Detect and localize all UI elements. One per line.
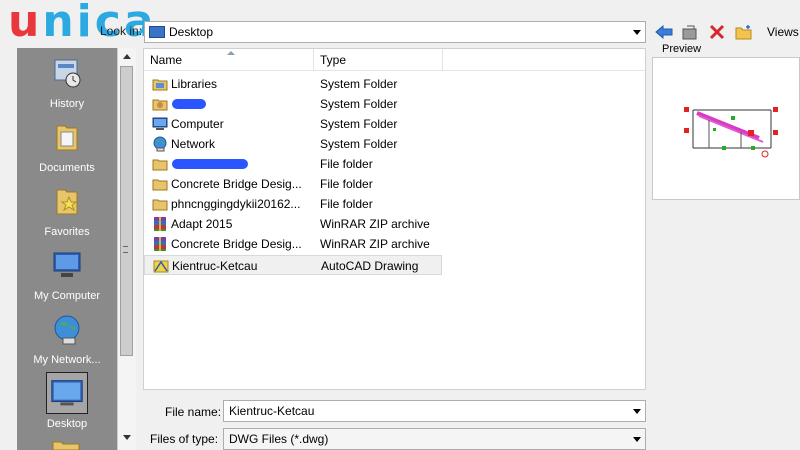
files-of-type-value: DWG Files (*.dwg) [229, 432, 329, 446]
file-type: WinRAR ZIP archive [320, 217, 430, 231]
file-list[interactable]: Name Type Libraries System Folder System… [143, 48, 646, 390]
file-name: Adapt 2015 [171, 217, 233, 231]
preview-label: Preview [662, 43, 702, 55]
new-folder-button[interactable] [733, 22, 755, 42]
places-bar: History Documents Favorites My Computer … [17, 48, 117, 450]
file-name-input[interactable]: Kientruc-Ketcau [223, 400, 646, 422]
file-name-value: Kientruc-Ketcau [229, 404, 315, 418]
file-row[interactable]: Computer System Folder [144, 114, 444, 134]
redacted-name [172, 99, 206, 109]
column-divider[interactable] [442, 49, 443, 70]
file-name-label: File name: [165, 405, 222, 419]
place-my-computer[interactable]: My Computer [17, 244, 117, 308]
file-name: Concrete Bridge Desig... [171, 237, 302, 251]
look-in-dropdown[interactable]: Desktop [144, 21, 646, 43]
file-row[interactable]: Concrete Bridge Desig... WinRAR ZIP arch… [144, 234, 444, 254]
file-row[interactable]: File folder [144, 154, 444, 174]
back-arrow-icon [655, 25, 673, 39]
file-row-selected[interactable]: Kientruc-Ketcau AutoCAD Drawing [144, 255, 442, 275]
views-menu[interactable]: Views [767, 25, 799, 39]
column-header-type[interactable]: Type [320, 49, 346, 70]
places-scrollbar[interactable] [117, 48, 136, 450]
user-folder-icon [152, 99, 168, 111]
chevron-down-icon[interactable] [633, 437, 641, 442]
delete-button[interactable] [706, 22, 728, 42]
file-row[interactable]: Adapt 2015 WinRAR ZIP archive [144, 214, 444, 234]
place-label: Favorites [44, 226, 90, 238]
up-folder-button[interactable] [679, 22, 701, 42]
network-icon [153, 136, 167, 152]
look-in-value: Desktop [169, 25, 214, 39]
place-documents[interactable]: Documents [17, 116, 117, 180]
file-row[interactable]: phncnggingdykii20162... File folder [144, 194, 444, 214]
back-button[interactable] [653, 22, 675, 42]
file-row[interactable]: Network System Folder [144, 134, 444, 154]
drawing-thumbnail [684, 107, 778, 158]
file-type: System Folder [320, 117, 398, 131]
file-row[interactable]: Concrete Bridge Desig... File folder [144, 174, 444, 194]
file-name: Computer [171, 117, 224, 131]
place-label: Documents [39, 162, 95, 174]
file-name: phncnggingdykii20162... [171, 197, 301, 211]
delete-icon [709, 24, 725, 40]
chevron-down-icon[interactable] [633, 409, 641, 414]
favorites-icon [56, 189, 78, 215]
file-type: System Folder [320, 97, 398, 111]
file-type: WinRAR ZIP archive [320, 237, 430, 251]
folder-icon [152, 159, 168, 171]
scroll-thumb[interactable] [120, 66, 133, 356]
folder-icon [152, 199, 168, 211]
winrar-icon [154, 217, 166, 231]
files-of-type-dropdown[interactable]: DWG Files (*.dwg) [223, 428, 646, 450]
network-icon [54, 315, 80, 345]
file-row[interactable]: System Folder [144, 94, 444, 114]
preview-pane [652, 57, 800, 200]
file-list-header: Name Type [144, 49, 645, 71]
file-name: Kientruc-Ketcau [172, 259, 258, 273]
folder-icon [52, 441, 80, 450]
folder-icon [152, 179, 168, 191]
place-label: My Computer [33, 290, 101, 302]
desktop-icon [149, 26, 165, 38]
computer-icon [53, 252, 81, 277]
place-label: Desktop [46, 418, 88, 430]
column-header-name[interactable]: Name [150, 49, 182, 70]
place-label: My Network... [33, 354, 101, 366]
redacted-name [172, 159, 248, 169]
scroll-up-icon[interactable] [123, 54, 131, 59]
grip-icon [123, 246, 128, 253]
file-type: File folder [320, 177, 373, 191]
place-history[interactable]: History [17, 52, 117, 116]
file-type: File folder [320, 197, 373, 211]
file-row[interactable]: Libraries System Folder [144, 74, 444, 94]
history-icon [54, 59, 81, 88]
chevron-down-icon[interactable] [633, 30, 641, 35]
place-desktop[interactable]: Desktop [17, 372, 117, 436]
autocad-drawing-icon [153, 260, 169, 273]
file-name: Concrete Bridge Desig... [171, 177, 302, 191]
libraries-icon [152, 79, 168, 91]
place-favorites[interactable]: Favorites [17, 180, 117, 244]
documents-icon [56, 125, 78, 151]
file-name: Libraries [171, 77, 218, 91]
winrar-icon [154, 237, 166, 251]
place-label: History [49, 98, 85, 110]
column-divider[interactable] [313, 49, 314, 70]
look-in-label: Look in: [100, 24, 143, 38]
place-my-network[interactable]: My Network... [17, 308, 117, 372]
file-name: Network [171, 137, 216, 151]
desktop-icon [46, 372, 88, 414]
files-of-type-label: Files of type: [150, 432, 219, 446]
up-folder-icon [682, 25, 697, 40]
file-type: System Folder [320, 77, 398, 91]
scroll-down-icon[interactable] [123, 435, 131, 440]
new-folder-icon [735, 25, 752, 40]
sort-ascending-icon [227, 51, 235, 55]
computer-icon [152, 117, 168, 130]
file-type: System Folder [320, 137, 398, 151]
file-type: File folder [320, 157, 373, 171]
file-type: AutoCAD Drawing [321, 259, 419, 273]
